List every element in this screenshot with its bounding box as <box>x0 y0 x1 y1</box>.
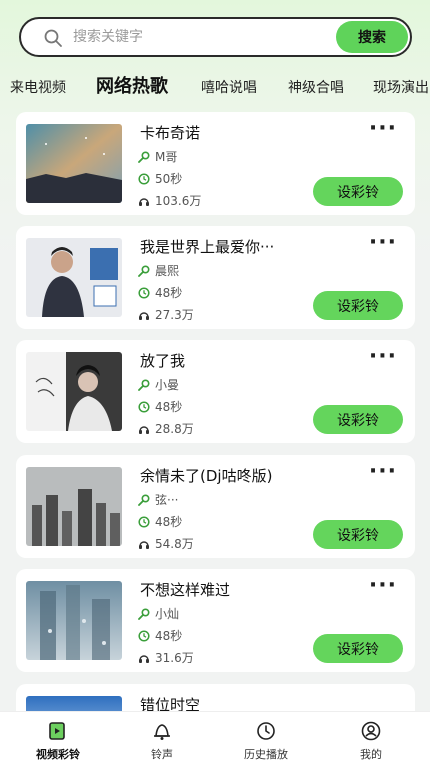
cover-image <box>26 124 122 203</box>
song-card[interactable]: 余情未了(Dj咕咚版) ··· 弦··· 48秒 54.8万 设彩铃 <box>16 455 415 558</box>
set-ringtone-button[interactable]: 设彩铃 <box>313 291 403 320</box>
song-card[interactable]: 放了我 ··· 小曼 48秒 28.8万 设彩铃 <box>16 340 415 443</box>
play-count: 27.3万 <box>155 308 194 322</box>
nav-label: 视频彩铃 <box>36 748 80 761</box>
artist-name: 弦··· <box>155 493 179 507</box>
nav-label: 我的 <box>360 748 382 761</box>
song-artist: 晨熙 <box>138 262 179 279</box>
song-artist: 弦··· <box>138 491 178 508</box>
category-tabs: 来电视频 网络热歌 嘻哈说唱 神级合唱 现场演出 <box>0 70 430 102</box>
bottom-nav: 视频彩铃 铃声 历史播放 我的 <box>0 711 430 765</box>
clock-icon <box>138 515 150 528</box>
video-ringtone-icon <box>49 722 65 740</box>
headphones-icon <box>139 654 149 663</box>
headphones-icon <box>139 540 149 549</box>
song-title: 不想这样难过 <box>140 581 231 599</box>
clock-icon <box>257 722 275 740</box>
duration-value: 48秒 <box>155 629 183 643</box>
cover-image <box>26 581 122 660</box>
tab-incoming-call-video[interactable]: 来电视频 <box>10 77 66 97</box>
artist-name: M哥 <box>155 150 178 164</box>
set-ringtone-button[interactable]: 设彩铃 <box>313 634 403 663</box>
set-ringtone-button[interactable]: 设彩铃 <box>313 177 403 206</box>
song-title: 卡布奇诺 <box>140 124 201 142</box>
duration-value: 48秒 <box>155 286 183 300</box>
song-artist: M哥 <box>138 148 177 165</box>
microphone-icon <box>138 150 150 163</box>
clock-icon <box>138 629 150 642</box>
more-options-icon[interactable]: ··· <box>369 344 397 369</box>
more-options-icon[interactable]: ··· <box>369 116 397 141</box>
song-plays: 54.8万 <box>138 535 194 552</box>
song-title: 放了我 <box>140 352 186 370</box>
cover-image <box>26 467 122 546</box>
song-plays: 28.8万 <box>138 420 194 437</box>
song-artist: 小曼 <box>138 376 179 393</box>
duration-value: 48秒 <box>155 400 183 414</box>
nav-mine[interactable]: 我的 <box>331 720 411 762</box>
song-card[interactable]: 卡布奇诺 ··· M哥 50秒 103.6万 设彩铃 <box>16 112 415 215</box>
song-title: 我是世界上最爱你··· <box>140 238 275 256</box>
song-plays: 31.6万 <box>138 649 194 666</box>
cover-image <box>26 238 122 317</box>
song-plays: 103.6万 <box>138 192 201 209</box>
song-duration: 48秒 <box>138 398 182 415</box>
nav-label: 铃声 <box>151 748 173 761</box>
set-ringtone-button[interactable]: 设彩铃 <box>313 405 403 434</box>
more-options-icon[interactable]: ··· <box>369 573 397 598</box>
duration-value: 50秒 <box>155 172 183 186</box>
bell-icon <box>154 724 170 740</box>
search-icon <box>44 29 62 47</box>
nav-label: 历史播放 <box>244 748 288 761</box>
nav-ringtone[interactable]: 铃声 <box>122 720 202 762</box>
search-button[interactable]: 搜索 <box>336 21 408 53</box>
microphone-icon <box>138 607 150 620</box>
nav-video-ringtone[interactable]: 视频彩铃 <box>18 720 98 762</box>
more-options-icon[interactable]: ··· <box>369 230 397 255</box>
clock-icon <box>138 400 150 413</box>
artist-name: 小灿 <box>155 607 180 621</box>
tab-epic-chorus[interactable]: 神级合唱 <box>288 77 344 97</box>
search-bar: 搜索 <box>19 17 412 57</box>
more-options-icon[interactable]: ··· <box>369 459 397 484</box>
song-title: 余情未了(Dj咕咚版) <box>140 467 273 485</box>
search-input[interactable] <box>73 25 333 49</box>
play-count: 31.6万 <box>155 651 194 665</box>
song-artist: 小灿 <box>138 605 179 622</box>
clock-icon <box>138 286 150 299</box>
microphone-icon <box>138 378 150 391</box>
tab-network-hits[interactable]: 网络热歌 <box>96 72 168 98</box>
play-count: 103.6万 <box>155 194 202 208</box>
clock-icon <box>138 172 150 185</box>
play-count: 28.8万 <box>155 422 194 436</box>
headphones-icon <box>139 311 149 320</box>
tab-live-performance[interactable]: 现场演出 <box>373 77 429 97</box>
artist-name: 晨熙 <box>155 264 180 278</box>
song-duration: 48秒 <box>138 513 182 530</box>
microphone-icon <box>138 493 150 506</box>
song-card[interactable]: 我是世界上最爱你··· ··· 晨熙 48秒 27.3万 设彩铃 <box>16 226 415 329</box>
song-plays: 27.3万 <box>138 306 194 323</box>
cover-image <box>26 352 122 431</box>
duration-value: 48秒 <box>155 515 183 529</box>
song-duration: 48秒 <box>138 627 182 644</box>
nav-history[interactable]: 历史播放 <box>226 720 306 762</box>
user-icon <box>361 721 381 741</box>
song-duration: 50秒 <box>138 170 182 187</box>
microphone-icon <box>138 264 150 277</box>
headphones-icon <box>139 197 149 206</box>
set-ringtone-button[interactable]: 设彩铃 <box>313 520 403 549</box>
tab-hiphop-rap[interactable]: 嘻哈说唱 <box>201 77 257 97</box>
song-duration: 48秒 <box>138 284 182 301</box>
artist-name: 小曼 <box>155 378 180 392</box>
headphones-icon <box>139 425 149 434</box>
song-card[interactable]: 不想这样难过 ··· 小灿 48秒 31.6万 设彩铃 <box>16 569 415 672</box>
play-count: 54.8万 <box>155 537 194 551</box>
